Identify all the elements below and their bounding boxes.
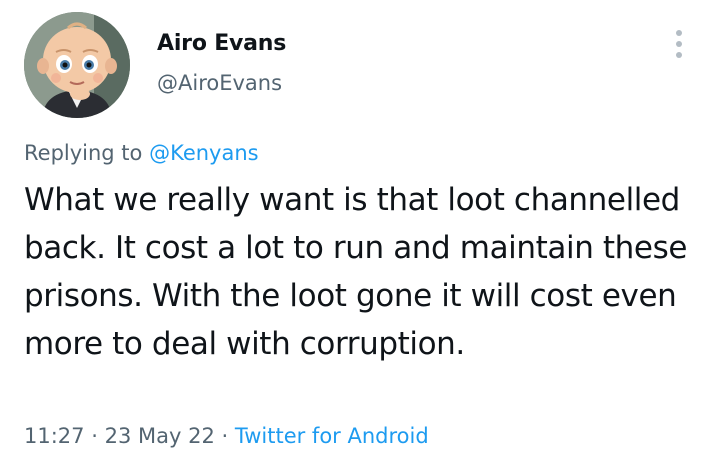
tweet-time[interactable]: 11:27	[24, 424, 85, 448]
tweet-date[interactable]: 23 May 22	[105, 424, 215, 448]
avatar[interactable]	[24, 12, 130, 118]
dot	[676, 30, 682, 36]
replying-to: Replying to @Kenyans	[24, 141, 259, 165]
tweet-text: What we really want is that loot channel…	[24, 182, 688, 362]
meta-separator: ·	[91, 424, 98, 448]
replying-to-label: Replying to	[24, 141, 143, 165]
more-options-icon[interactable]	[668, 26, 692, 62]
meta-separator: ·	[221, 424, 229, 448]
baby-avatar-icon	[24, 12, 130, 118]
tweet-meta: 11:27 · 23 May 22 · Twitter for Android	[24, 424, 429, 448]
tweet-card: Airo Evans @AiroEvans Replying to @Kenya…	[0, 0, 720, 469]
author-handle[interactable]: @AiroEvans	[157, 71, 282, 95]
replying-to-link[interactable]: @Kenyans	[149, 141, 259, 165]
dot	[676, 41, 682, 47]
dot	[676, 52, 682, 58]
tweet-source[interactable]: Twitter for Android	[235, 424, 429, 448]
author-name[interactable]: Airo Evans	[157, 31, 286, 56]
